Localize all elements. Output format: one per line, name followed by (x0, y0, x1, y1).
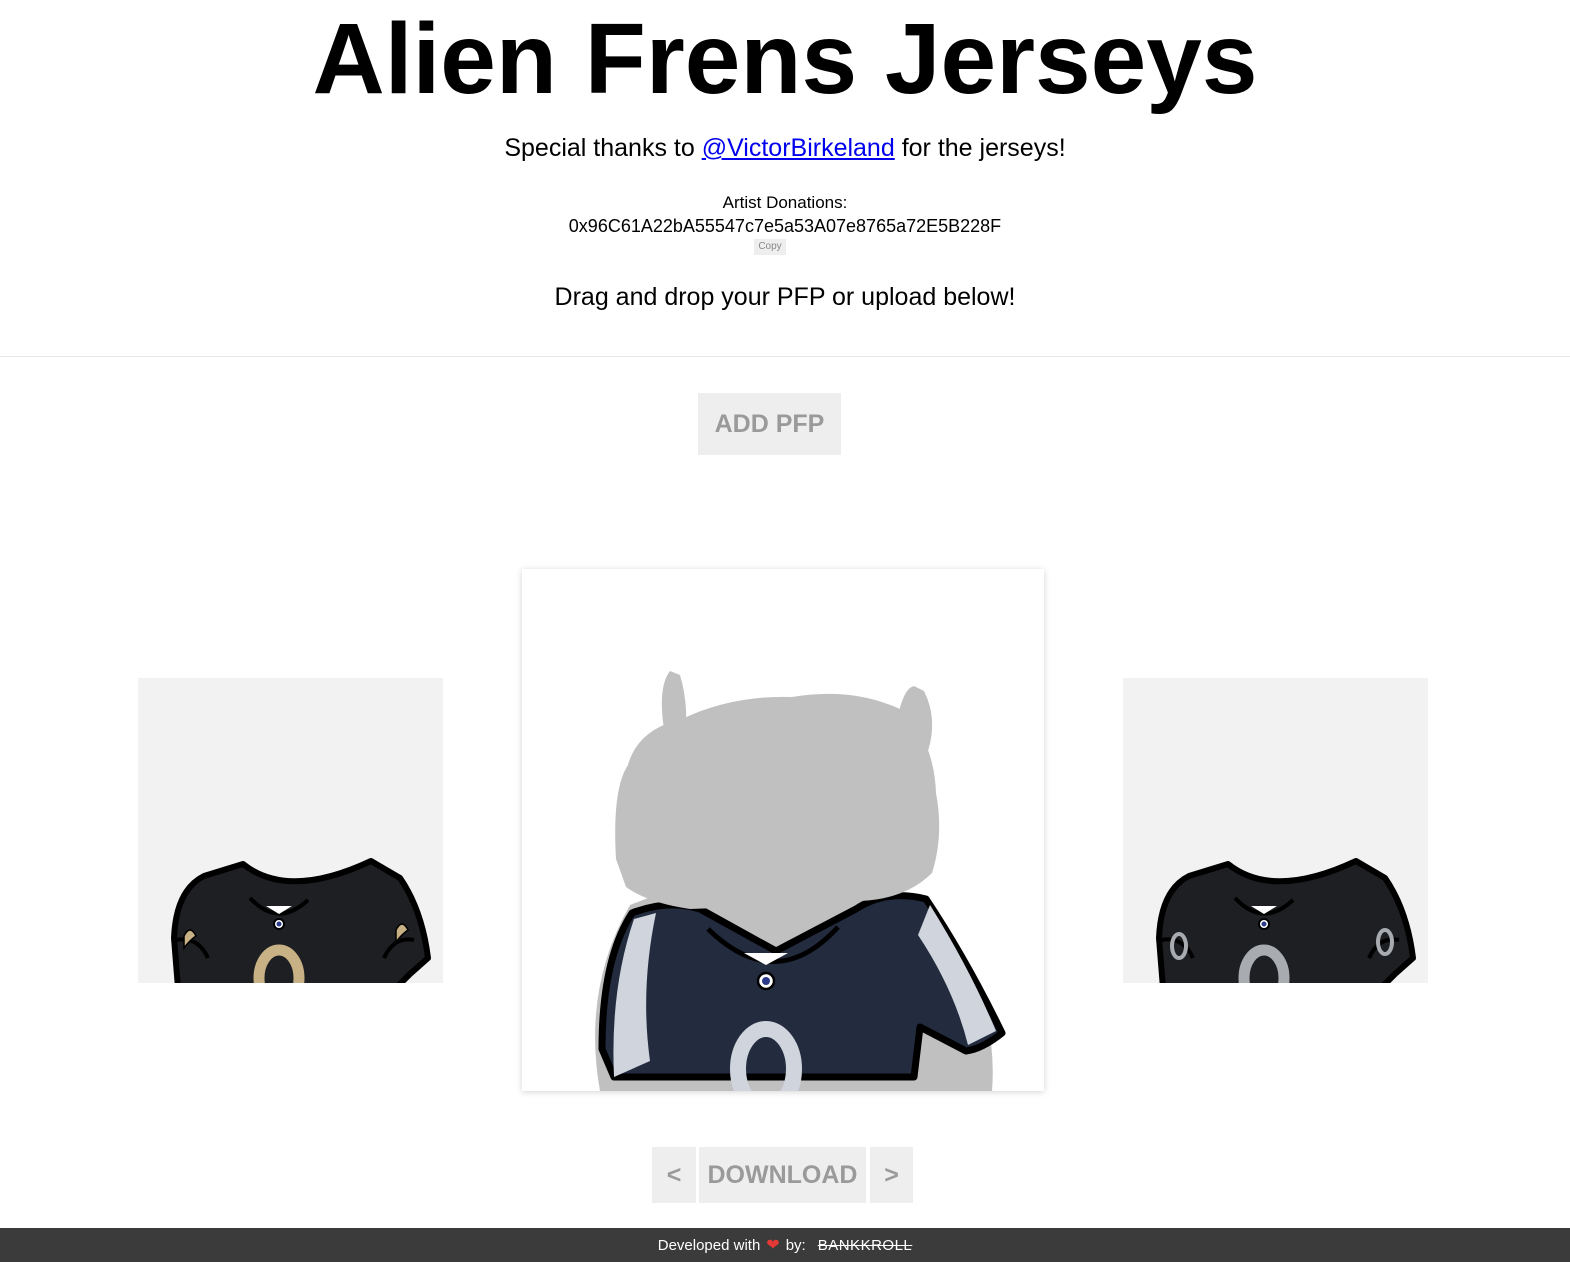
footer-by: by: (785, 1236, 806, 1254)
upload-instructions: Drag and drop your PFP or upload below! (554, 283, 1016, 311)
next-button[interactable]: > (870, 1147, 913, 1203)
copy-button[interactable]: Copy (754, 239, 786, 255)
jersey-left-image (171, 858, 431, 983)
download-button[interactable]: DOWNLOAD (699, 1147, 866, 1203)
thanks-prefix: Special thanks to (504, 134, 702, 162)
add-pfp-button[interactable]: ADD PFP (698, 393, 841, 455)
brand-link[interactable]: BANKKROLL (818, 1237, 913, 1254)
jersey-right-image (1156, 858, 1416, 983)
footer-prefix: Developed with (657, 1236, 761, 1254)
jersey-card-right[interactable] (1123, 678, 1428, 983)
jersey-card-left[interactable] (138, 678, 443, 983)
prev-button[interactable]: < (652, 1147, 696, 1203)
heart-icon: ❤ (766, 1237, 780, 1254)
thanks-suffix: for the jerseys! (894, 134, 1066, 162)
jersey-card-center[interactable] (522, 569, 1044, 1091)
footer: Developed with ❤ by: BANKKROLL (0, 1228, 1570, 1262)
artist-link[interactable]: @VictorBirkeland (702, 134, 895, 162)
donation-label: Artist Donations: (722, 193, 848, 212)
page-title: Alien Frens Jerseys (312, 3, 1258, 115)
jersey-center-image (595, 671, 1006, 1091)
thanks-line: Special thanks to @VictorBirkeland for t… (0, 134, 1570, 163)
donation-address: 0x96C61A22bA55547c7e5a53A07e8765a72E5B22… (568, 216, 1002, 236)
section-divider (0, 356, 1570, 357)
